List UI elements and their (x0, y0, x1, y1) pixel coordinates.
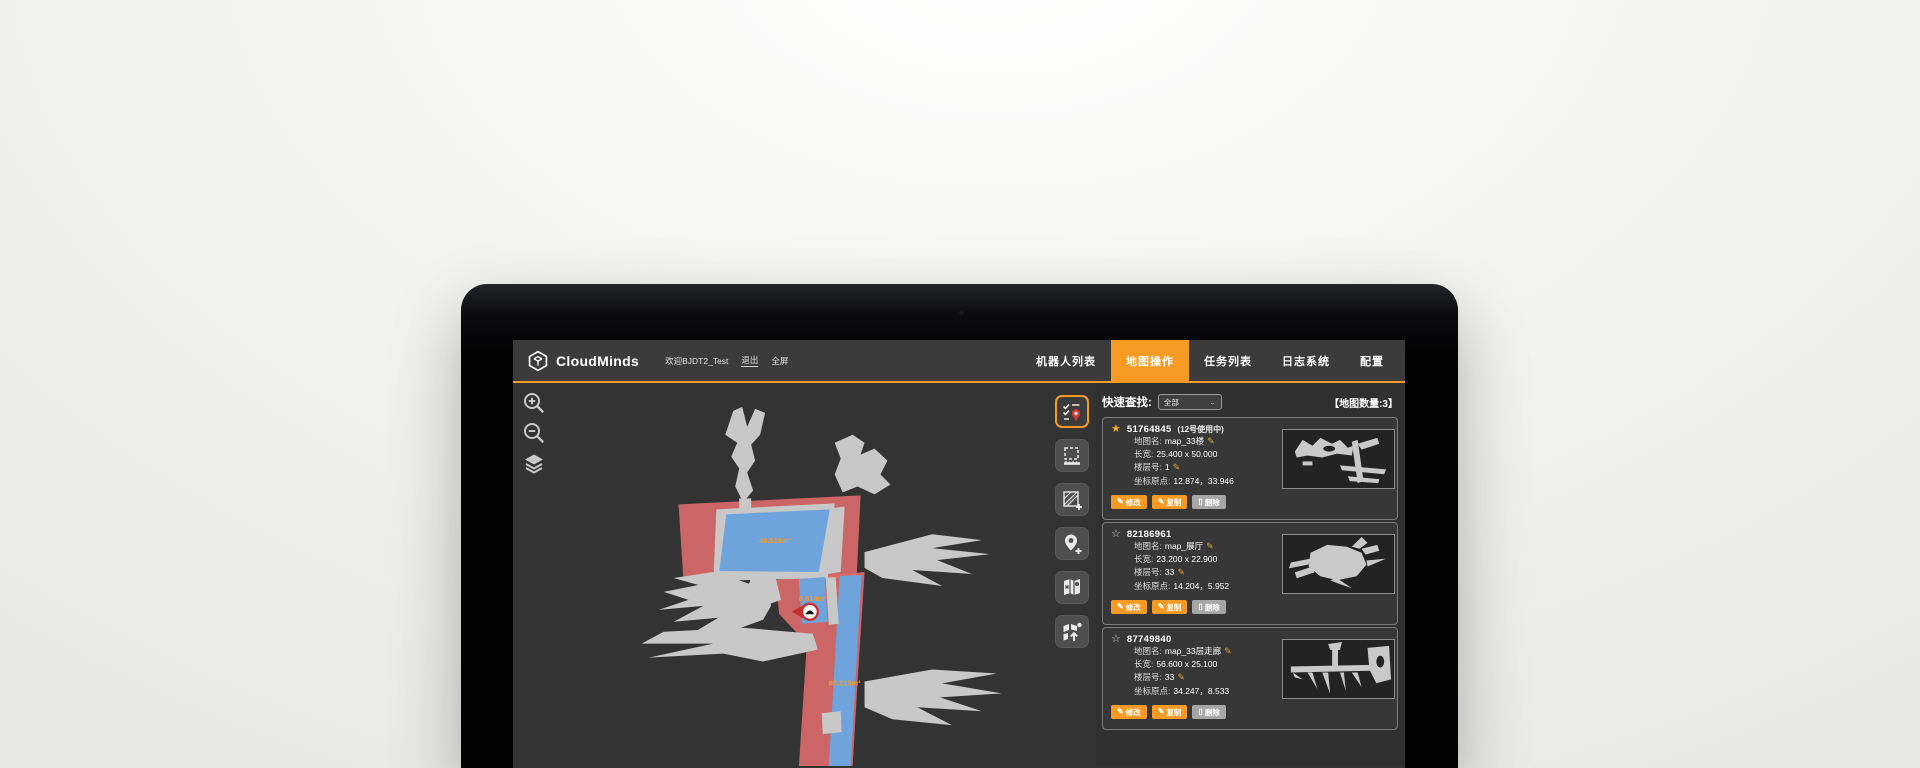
copy-map-button[interactable]: ✎复制 (1152, 495, 1188, 509)
upload-map-button[interactable] (1055, 615, 1089, 648)
top-nav: CloudMinds 欢迎BJDT2_Test 退出 全屏 机器人列表 地图操作… (513, 340, 1405, 383)
edit-pencil-icon[interactable]: ✎ (1177, 567, 1185, 577)
area-label-corridor: 80.215m² (829, 678, 861, 687)
favorite-star-icon[interactable]: ☆ (1111, 529, 1121, 540)
webcam-dot (959, 310, 964, 315)
edit-pencil-icon[interactable]: ✎ (1207, 436, 1215, 446)
pencil-icon: ✎ (1158, 708, 1165, 716)
brand-name: CloudMinds (556, 353, 639, 369)
map-thumbnail[interactable] (1282, 534, 1395, 594)
slam-map: 40.519m² 8.614m² 80.215m² (513, 383, 1047, 766)
edit-pencil-icon[interactable]: ✎ (1224, 646, 1232, 656)
copy-map-button[interactable]: ✎复制 (1152, 600, 1188, 614)
map-thumbnail-image (1283, 430, 1394, 488)
laptop-device: CloudMinds 欢迎BJDT2_Test 退出 全屏 机器人列表 地图操作… (461, 284, 1458, 768)
pencil-icon: ✎ (1117, 498, 1124, 506)
map-thumbnail[interactable] (1282, 429, 1395, 489)
zoom-in-icon (522, 391, 546, 415)
pencil-icon: ✎ (1158, 498, 1165, 506)
map-thumbnail-image (1283, 640, 1394, 698)
area-label-large: 40.519m² (759, 536, 791, 545)
zoom-out-icon (522, 421, 546, 445)
edit-pencil-icon[interactable]: ✎ (1206, 541, 1214, 551)
brand: CloudMinds (527, 340, 639, 381)
map-card: ★ 51764845 (12号使用中) 地图名:map_33楼✎ 长宽:25.4… (1102, 417, 1398, 520)
map-list-panel: 快速查找: 全部 ⌄ 【地图数量:3】 ★ 51764845 (1096, 383, 1405, 766)
add-point-icon (1060, 532, 1084, 556)
logout-link[interactable]: 退出 (741, 354, 758, 367)
pencil-icon: ✎ (1158, 603, 1165, 611)
map-id: 51764845 (1127, 424, 1172, 435)
map-id: 87749840 (1127, 634, 1172, 645)
delete-map-button[interactable]: ▯删除 (1192, 495, 1225, 509)
add-virtual-wall-button[interactable] (1055, 483, 1089, 516)
map-filter-value: 全部 (1164, 397, 1179, 408)
nav-item-task-list[interactable]: 任务列表 (1189, 340, 1267, 381)
trash-icon: ▯ (1198, 498, 1202, 506)
measure-area-button[interactable] (1055, 439, 1089, 472)
map-canvas[interactable]: 40.519m² 8.614m² 80.215m² (513, 383, 1047, 766)
edit-map-button[interactable]: ✎修改 (1111, 705, 1147, 719)
map-in-use-note: (12号使用中) (1178, 424, 1224, 435)
map-marker-icon (1060, 576, 1084, 600)
map-count-label: 【地图数量:3】 (1329, 395, 1398, 410)
nav-item-robot-list[interactable]: 机器人列表 (1021, 340, 1111, 381)
map-thumbnail[interactable] (1282, 639, 1395, 699)
nav-menu: 机器人列表 地图操作 任务列表 日志系统 配置 (1021, 340, 1399, 381)
edit-map-button[interactable]: ✎修改 (1111, 495, 1147, 509)
map-filter-select[interactable]: 全部 ⌄ (1158, 394, 1222, 410)
measure-area-icon (1060, 444, 1084, 468)
map-card: ☆ 82186961 地图名:map_展厅✎ 长宽:23.200 x 22.90… (1102, 522, 1398, 625)
poi-checklist-button[interactable] (1055, 395, 1089, 428)
poi-checklist-icon (1060, 400, 1084, 424)
delete-map-button[interactable]: ▯删除 (1192, 600, 1225, 614)
map-id: 82186961 (1127, 529, 1172, 540)
edit-pencil-icon[interactable]: ✎ (1177, 672, 1185, 682)
edit-map-button[interactable]: ✎修改 (1111, 600, 1147, 614)
nav-item-map-ops[interactable]: 地图操作 (1111, 340, 1189, 381)
pencil-icon: ✎ (1117, 603, 1124, 611)
pencil-icon: ✎ (1117, 708, 1124, 716)
trash-icon: ▯ (1198, 603, 1202, 611)
trash-icon: ▯ (1198, 708, 1202, 716)
delete-map-button[interactable]: ▯删除 (1192, 705, 1225, 719)
add-point-button[interactable] (1055, 527, 1089, 560)
map-tool-strip (1047, 383, 1096, 766)
map-marker-button[interactable] (1055, 571, 1089, 604)
welcome-text: 欢迎BJDT2_Test (665, 355, 728, 367)
map-card-list: ★ 51764845 (12号使用中) 地图名:map_33楼✎ 长宽:25.4… (1102, 417, 1398, 730)
cloudminds-logo-icon (527, 350, 549, 372)
add-virtual-wall-icon (1060, 488, 1084, 512)
nav-item-log-system[interactable]: 日志系统 (1267, 340, 1345, 381)
upload-map-icon (1060, 620, 1084, 644)
area-label-small: 8.614m² (799, 594, 827, 603)
favorite-star-icon[interactable]: ★ (1111, 424, 1121, 435)
map-thumbnail-image (1283, 535, 1394, 593)
app-screen: CloudMinds 欢迎BJDT2_Test 退出 全屏 机器人列表 地图操作… (513, 340, 1405, 768)
edit-pencil-icon[interactable]: ✎ (1173, 462, 1181, 472)
chevron-down-icon: ⌄ (1209, 398, 1216, 405)
fullscreen-link[interactable]: 全屏 (771, 355, 788, 367)
copy-map-button[interactable]: ✎复制 (1152, 705, 1188, 719)
zoom-in-button[interactable] (521, 390, 547, 416)
quick-search-label: 快速查找: (1102, 394, 1152, 410)
favorite-star-icon[interactable]: ☆ (1111, 634, 1121, 645)
layers-icon (522, 451, 546, 475)
layers-button[interactable] (521, 450, 547, 476)
nav-item-config[interactable]: 配置 (1345, 340, 1399, 381)
map-card: ☆ 87749840 地图名:map_33层走廊✎ 长宽:56.600 x 25… (1102, 627, 1398, 730)
zoom-out-button[interactable] (521, 420, 547, 446)
